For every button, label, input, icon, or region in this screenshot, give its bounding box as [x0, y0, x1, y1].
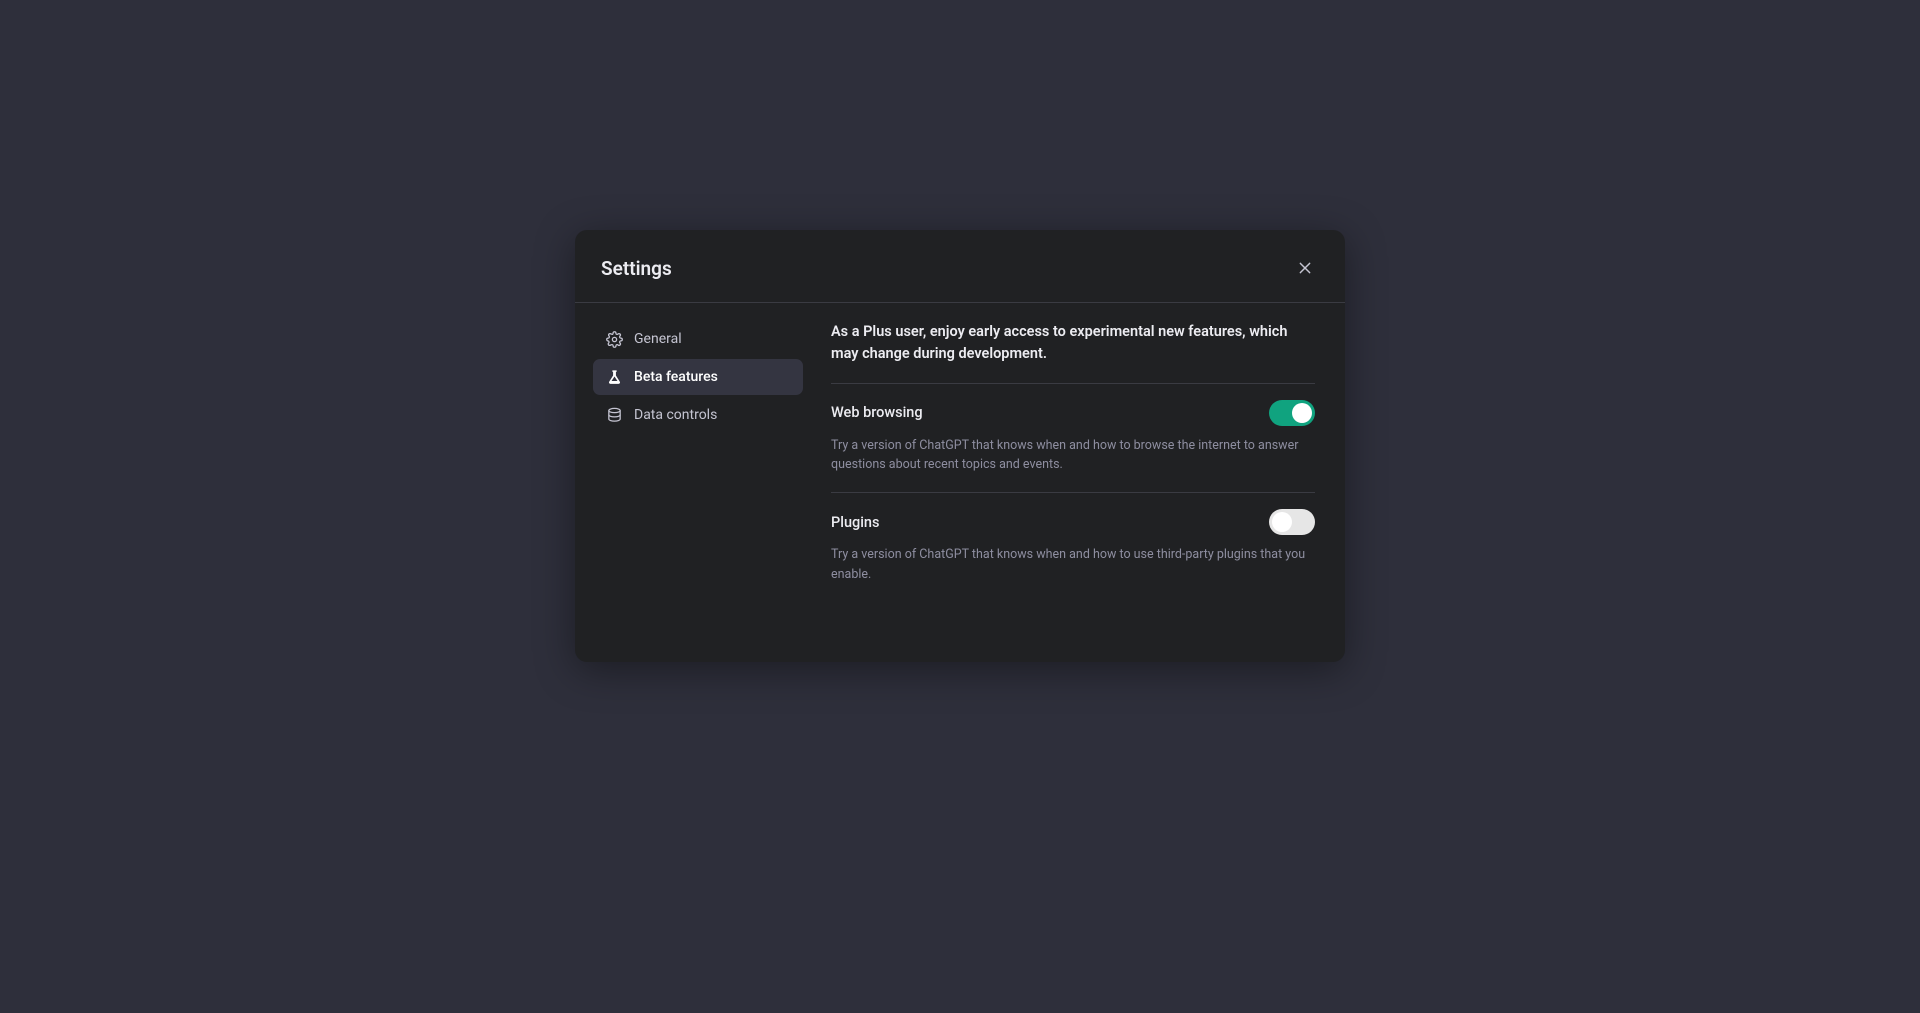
- gear-icon: [605, 330, 623, 348]
- close-button[interactable]: [1291, 254, 1319, 282]
- modal-header: Settings: [575, 230, 1345, 303]
- toggle-plugins[interactable]: [1269, 509, 1315, 535]
- settings-sidebar: General Beta features: [593, 321, 803, 602]
- beta-intro-text: As a Plus user, enjoy early access to ex…: [831, 321, 1315, 384]
- feature-web-browsing: Web browsing Try a version of ChatGPT th…: [831, 384, 1315, 494]
- sidebar-item-data-controls[interactable]: Data controls: [593, 397, 803, 433]
- feature-plugins: Plugins Try a version of ChatGPT that kn…: [831, 493, 1315, 602]
- database-icon: [605, 406, 623, 424]
- settings-modal: Settings General: [575, 230, 1345, 662]
- flask-icon: [605, 368, 623, 386]
- settings-content: As a Plus user, enjoy early access to ex…: [803, 321, 1319, 602]
- modal-title: Settings: [601, 257, 672, 280]
- feature-description: Try a version of ChatGPT that knows when…: [831, 436, 1311, 475]
- feature-header: Web browsing: [831, 400, 1315, 426]
- feature-header: Plugins: [831, 509, 1315, 535]
- sidebar-item-general[interactable]: General: [593, 321, 803, 357]
- sidebar-item-label: Beta features: [634, 369, 718, 385]
- close-icon: [1297, 260, 1313, 276]
- feature-title: Web browsing: [831, 404, 923, 421]
- toggle-knob: [1292, 403, 1312, 423]
- feature-description: Try a version of ChatGPT that knows when…: [831, 545, 1311, 584]
- sidebar-item-label: General: [634, 331, 682, 347]
- feature-title: Plugins: [831, 514, 879, 531]
- sidebar-item-label: Data controls: [634, 407, 717, 423]
- toggle-web-browsing[interactable]: [1269, 400, 1315, 426]
- toggle-knob: [1272, 512, 1292, 532]
- modal-body: General Beta features: [575, 303, 1345, 602]
- sidebar-item-beta-features[interactable]: Beta features: [593, 359, 803, 395]
